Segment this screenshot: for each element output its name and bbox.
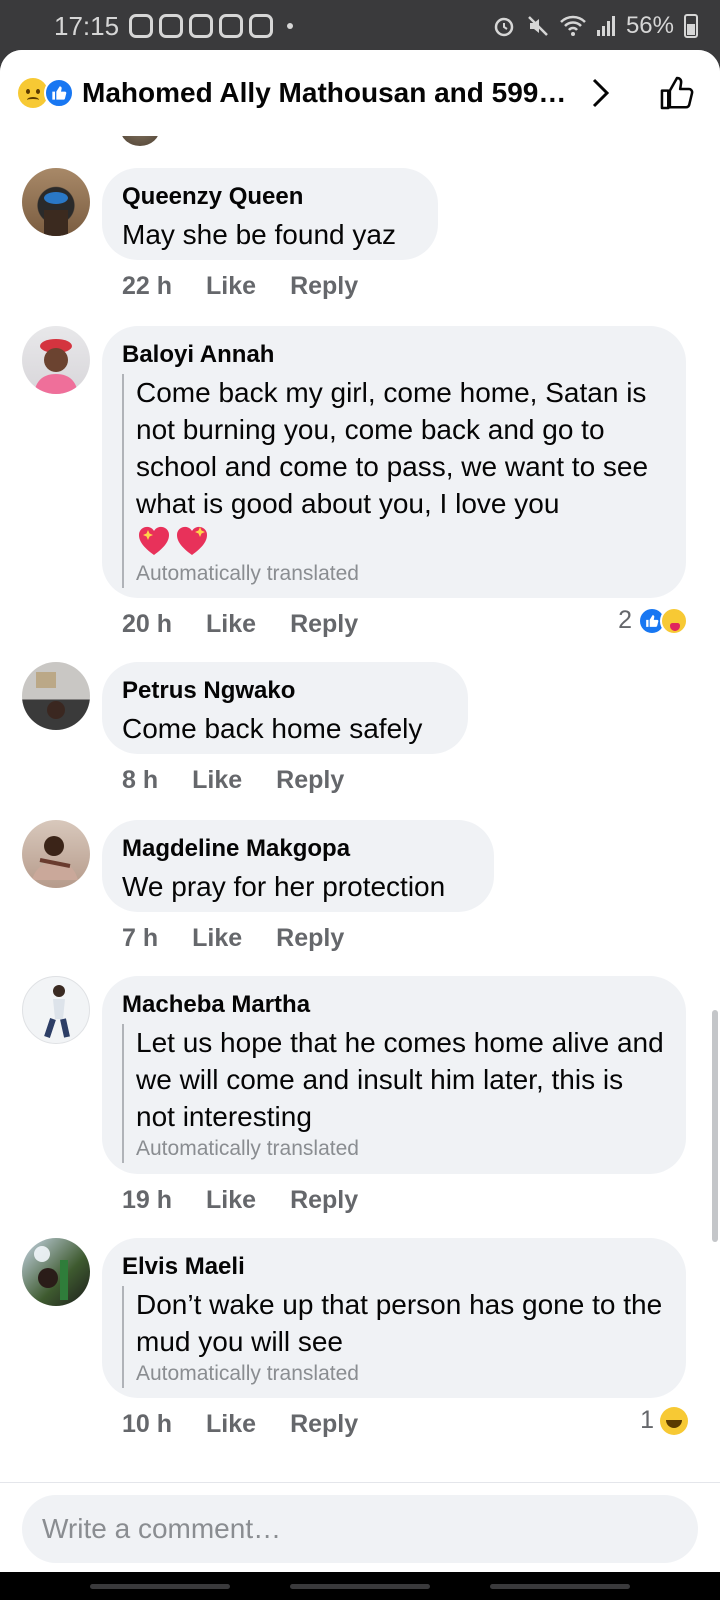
comment-bubble[interactable]: Elvis Maeli Don’t wake up that person ha… [102, 1238, 686, 1398]
avatar[interactable] [22, 168, 90, 236]
comment-actions: 8 h Like Reply [122, 766, 344, 795]
comment-text: We pray for her protection [122, 871, 446, 902]
avatar[interactable] [22, 326, 90, 394]
comment-timestamp[interactable]: 22 h [122, 272, 172, 301]
comment-author[interactable]: Queenzy Queen [122, 182, 418, 212]
comment-author[interactable]: Elvis Maeli [122, 1252, 666, 1282]
comment-bubble[interactable]: Macheba Martha Let us hope that he comes… [102, 976, 686, 1174]
sparkling-heart-icon [176, 526, 208, 555]
comment-actions: 22 h Like Reply [122, 272, 358, 301]
like-button[interactable]: Like [192, 924, 242, 953]
like-button[interactable]: Like [206, 610, 256, 639]
comment-actions: 10 h Like Reply [122, 1410, 358, 1439]
comment-composer [0, 1482, 720, 1572]
mute-icon [528, 16, 548, 36]
comment-actions: 20 h Like Reply [122, 610, 358, 639]
battery-percent: 56% [625, 12, 674, 39]
comment-timestamp[interactable]: 20 h [122, 610, 172, 639]
like-button[interactable]: Like [206, 1186, 256, 1215]
notification-icons [129, 14, 294, 38]
recents-nav-button[interactable] [90, 1583, 230, 1589]
reaction-count-number: 1 [640, 1406, 654, 1434]
wifi-icon [560, 15, 586, 36]
status-time: 17:15 [54, 10, 120, 41]
comment-text: Let us hope that he comes home alive and… [136, 1027, 664, 1132]
more-notifications-dot-icon [287, 23, 294, 29]
reply-button[interactable]: Reply [290, 610, 358, 639]
like-button[interactable]: Like [206, 1410, 256, 1439]
avatar[interactable] [22, 1238, 90, 1306]
battery-icon [684, 14, 698, 38]
comment-text: Come back my girl, come home, Satan is n… [136, 377, 649, 519]
status-right: 56% [492, 12, 698, 40]
comment-input[interactable] [22, 1495, 698, 1563]
comment-actions: 19 h Like Reply [122, 1186, 358, 1215]
notification-icon [129, 14, 154, 38]
comment-timestamp[interactable]: 19 h [122, 1186, 172, 1215]
reply-button[interactable]: Reply [290, 272, 358, 301]
comment-text: May she be found yaz [122, 219, 396, 250]
reaction-count-number: 2 [618, 606, 632, 634]
comment-author[interactable]: Baloyi Annah [122, 340, 666, 370]
reply-button[interactable]: Reply [290, 1186, 358, 1215]
translated-quote: Come back my girl, come home, Satan is n… [122, 374, 666, 588]
reaction-count[interactable]: 1 [640, 1406, 688, 1435]
auto-translated-label[interactable]: Automatically translated [136, 1360, 666, 1388]
comment-author[interactable]: Petrus Ngwako [122, 676, 448, 706]
haha-reaction-icon [660, 1406, 688, 1435]
auto-translated-label[interactable]: Automatically translated [136, 560, 666, 588]
reply-button[interactable]: Reply [276, 924, 344, 953]
comment-author[interactable]: Magdeline Makgopa [122, 834, 474, 864]
auto-translated-label[interactable]: Automatically translated [136, 1135, 666, 1163]
system-nav-bar [0, 1572, 720, 1600]
avatar[interactable] [22, 976, 90, 1044]
comment-actions: 7 h Like Reply [122, 924, 344, 953]
like-thumb-icon[interactable] [658, 74, 696, 112]
avatar[interactable] [22, 820, 90, 888]
like-button[interactable]: Like [206, 272, 256, 301]
chevron-right-icon[interactable] [590, 77, 610, 109]
translated-quote: Let us hope that he comes home alive and… [122, 1024, 666, 1163]
status-bar: 17:15 56% [0, 0, 720, 52]
notification-icon [159, 14, 184, 38]
comment-timestamp[interactable]: 7 h [122, 924, 158, 953]
comment-bubble[interactable]: Magdeline Makgopa We pray for her protec… [102, 820, 494, 912]
comment-bubble[interactable]: Baloyi Annah Come back my girl, come hom… [102, 326, 686, 598]
reaction-summary[interactable] [18, 78, 74, 108]
reactors-title[interactable]: Mahomed Ally Mathousan and 599… [82, 77, 566, 109]
reaction-count[interactable]: 2 [618, 606, 688, 635]
comments-sheet: Mahomed Ally Mathousan and 599… Queenzy … [0, 50, 720, 1572]
home-nav-button[interactable] [290, 1583, 430, 1589]
signal-icon [596, 16, 615, 36]
alarm-icon [494, 17, 514, 37]
back-nav-button[interactable] [490, 1583, 630, 1589]
comment-timestamp[interactable]: 8 h [122, 766, 158, 795]
reply-button[interactable]: Reply [276, 766, 344, 795]
like-button[interactable]: Like [192, 766, 242, 795]
scrollbar[interactable] [712, 1010, 718, 1242]
sparkling-heart-icon [138, 526, 170, 555]
like-reaction-icon [44, 78, 74, 108]
notification-icon [219, 14, 244, 38]
comment-bubble[interactable]: Queenzy Queen May she be found yaz [102, 168, 438, 260]
sheet-header: Mahomed Ally Mathousan and 599… [0, 50, 720, 136]
comment-text: Don’t wake up that person has gone to th… [136, 1289, 663, 1357]
care-reaction-icon [660, 606, 688, 635]
emoji-row [136, 524, 666, 558]
translated-quote: Don’t wake up that person has gone to th… [122, 1286, 666, 1388]
notification-icon [249, 14, 274, 38]
comment-author[interactable]: Macheba Martha [122, 990, 666, 1020]
comment-text: Come back home safely [122, 713, 423, 744]
comment-bubble[interactable]: Petrus Ngwako Come back home safely [102, 662, 468, 754]
notification-icon [189, 14, 214, 38]
reply-button[interactable]: Reply [290, 1410, 358, 1439]
comment-timestamp[interactable]: 10 h [122, 1410, 172, 1439]
avatar[interactable] [22, 662, 90, 730]
